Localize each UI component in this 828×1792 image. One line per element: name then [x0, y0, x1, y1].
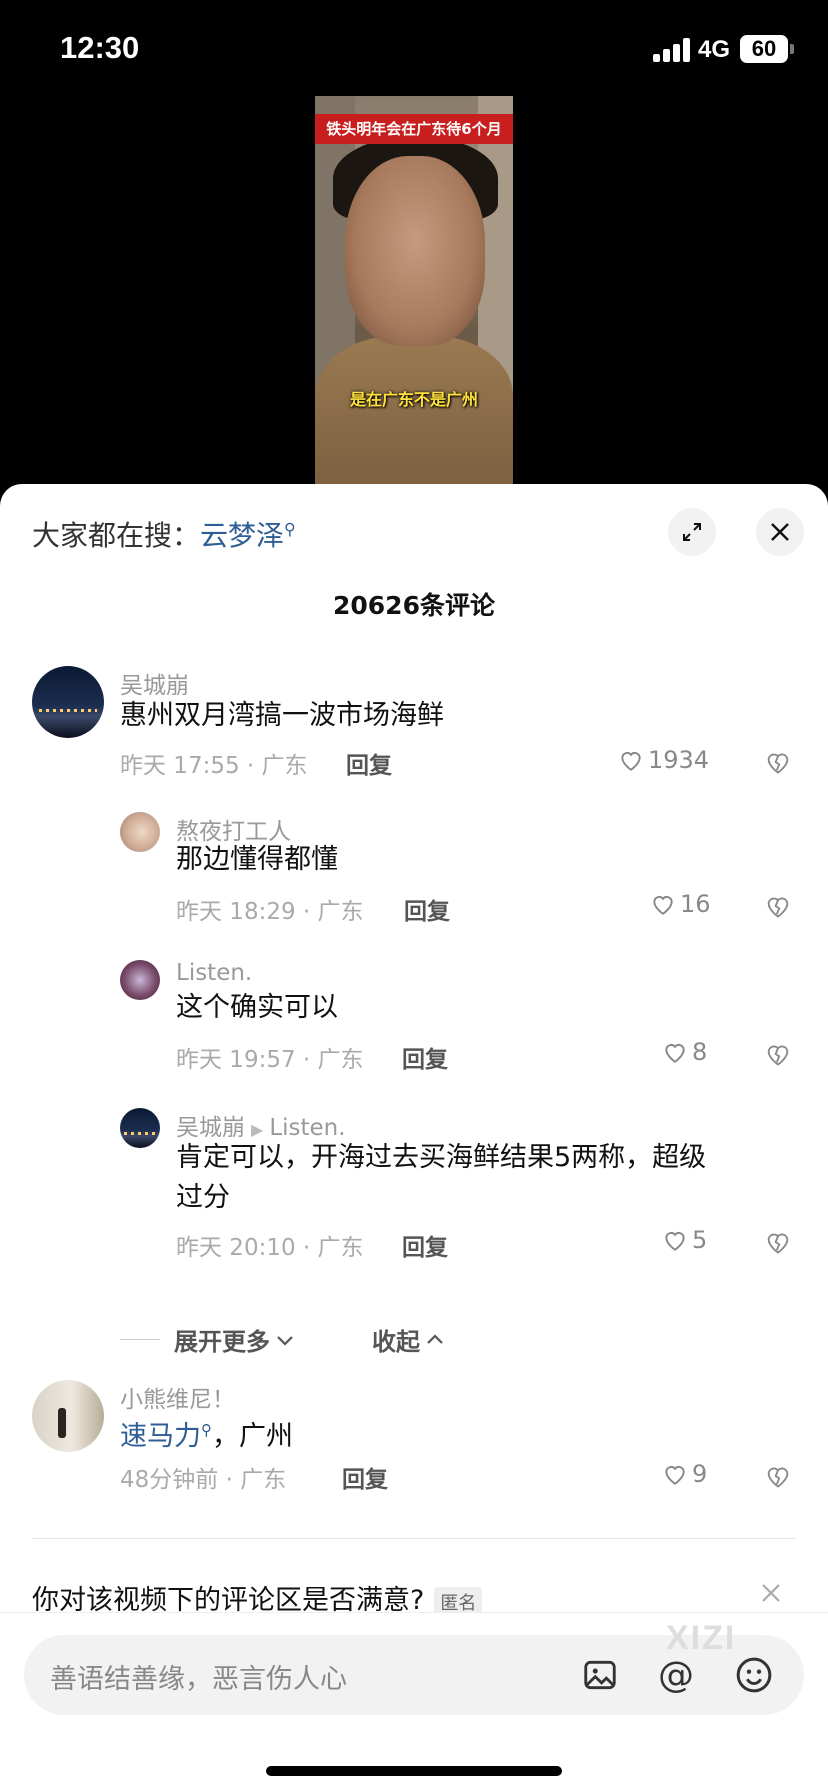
image-button[interactable]: [578, 1653, 622, 1697]
expand-more-button[interactable]: 展开更多: [120, 1322, 296, 1357]
search-icon: ⚲: [201, 1421, 212, 1439]
comment-username[interactable]: 吴城崩: [120, 666, 189, 700]
comment-text: 速马力⚲，广州: [120, 1421, 293, 1452]
home-indicator[interactable]: [266, 1766, 562, 1776]
survey-close-button[interactable]: [760, 1578, 782, 1611]
comment-text-line: 肯定可以，开海过去买海鲜结果5两称，超级: [176, 1142, 707, 1173]
video-frame[interactable]: 铁头明年会在广东待6个月 是在广东不是广州: [315, 96, 513, 486]
at-icon: @: [658, 1654, 694, 1696]
emoji-icon: [736, 1657, 772, 1693]
trending-search-keyword[interactable]: 云梦泽: [200, 519, 284, 552]
expand-more-label: 展开更多: [174, 1328, 270, 1356]
status-time: 12:30: [60, 30, 140, 65]
heart-icon: [665, 1044, 685, 1063]
divider: [32, 1538, 796, 1539]
avatar[interactable]: [120, 812, 160, 852]
like-count: 1934: [648, 746, 710, 774]
comment-meta: 昨天 19:57 · 广东: [176, 1047, 364, 1073]
reply-button[interactable]: 回复: [404, 892, 450, 926]
broken-heart-icon[interactable]: [764, 1228, 792, 1256]
divider-line: [120, 1339, 160, 1340]
broken-heart-icon[interactable]: [764, 1040, 792, 1068]
close-button[interactable]: [756, 508, 804, 556]
comment-username[interactable]: 小熊维尼！: [120, 1380, 235, 1414]
close-icon: [771, 523, 789, 541]
comment-meta: 昨天 20:10 · 广东: [176, 1235, 364, 1261]
collapse-button[interactable]: 收起: [372, 1322, 446, 1357]
reply-button[interactable]: 回复: [342, 1460, 388, 1494]
reply-arrow-icon: ▶: [251, 1120, 264, 1139]
comment-input-placeholder: 善语结善缘，恶言伤人心: [50, 1664, 347, 1695]
like-count: 16: [680, 890, 711, 918]
comment-meta: 48分钟前 · 广东: [120, 1467, 287, 1493]
mention-link[interactable]: 速马力⚲: [120, 1421, 212, 1452]
like-button[interactable]: 8: [662, 1038, 707, 1066]
person-face: [345, 156, 485, 346]
like-button[interactable]: 16: [650, 890, 711, 918]
video-title-banner: 铁头明年会在广东待6个月: [315, 114, 513, 144]
video-subtitle: 是在广东不是广州: [349, 390, 478, 409]
expand-button[interactable]: [668, 508, 716, 556]
trending-search: 大家都在搜：云梦泽⚲: [32, 514, 296, 554]
comment-text-line: 过分: [176, 1182, 230, 1213]
network-type: 4G: [698, 36, 731, 63]
heart-icon: [665, 1466, 685, 1485]
comment-text: 那边懂得都懂: [176, 844, 338, 875]
like-count: 5: [692, 1226, 708, 1254]
like-button[interactable]: 1934: [618, 746, 709, 774]
person-shirt: [315, 336, 513, 486]
comment-text: 肯定可以，开海过去买海鲜结果5两称，超级 过分: [176, 1138, 706, 1218]
watermark-logo: XIZI: [666, 1619, 737, 1657]
avatar[interactable]: [32, 666, 104, 738]
like-count: 9: [692, 1460, 708, 1488]
comment-text: 这个确实可以: [176, 992, 338, 1023]
comment-sheet: 大家都在搜：云梦泽⚲ 20626条评论 吴城崩 惠州双月湾搞一波市场海鲜 昨天 …: [0, 484, 828, 1792]
comment-meta: 昨天 17:55 · 广东: [120, 753, 308, 779]
like-count: 8: [692, 1038, 708, 1066]
chevron-up-icon: [427, 1333, 443, 1344]
heart-icon: [653, 896, 673, 915]
collapse-label: 收起: [372, 1328, 420, 1356]
emoji-button[interactable]: [732, 1653, 776, 1697]
mention-button[interactable]: @: [654, 1653, 698, 1697]
image-icon: [584, 1660, 616, 1690]
comment-meta: 昨天 18:29 · 广东: [176, 899, 364, 925]
reply-button[interactable]: 回复: [402, 1228, 448, 1262]
like-button[interactable]: 5: [662, 1226, 707, 1254]
broken-heart-icon[interactable]: [764, 1462, 792, 1490]
comment-username-row: 吴城崩 ▶ Listen.: [176, 1108, 346, 1142]
search-icon[interactable]: ⚲: [284, 520, 296, 539]
avatar[interactable]: [120, 1108, 160, 1148]
close-icon: [762, 1584, 780, 1602]
expand-icon: [683, 523, 701, 541]
comment-text: 惠州双月湾搞一波市场海鲜: [120, 700, 444, 731]
reply-button[interactable]: 回复: [402, 1040, 448, 1074]
chevron-down-icon: [277, 1335, 293, 1346]
broken-heart-icon[interactable]: [764, 892, 792, 920]
reply-button[interactable]: 回复: [346, 746, 392, 780]
comment-username[interactable]: Listen.: [176, 960, 252, 986]
video-player[interactable]: 铁头明年会在广东待6个月 是在广东不是广州: [0, 96, 828, 486]
avatar[interactable]: [120, 960, 160, 1000]
signal-icon: [653, 38, 691, 62]
comment-count: 20626条评论: [333, 591, 495, 620]
trending-search-label: 大家都在搜：: [32, 519, 201, 552]
heart-icon: [621, 752, 641, 771]
comment-input-bar: 善语结善缘，恶言伤人心 @ XIZI: [0, 1612, 828, 1792]
broken-heart-icon[interactable]: [764, 748, 792, 776]
battery-icon: 60: [740, 35, 788, 63]
avatar[interactable]: [32, 1380, 104, 1452]
status-bar: 12:30 4G 60: [0, 0, 828, 96]
like-button[interactable]: 9: [662, 1460, 707, 1488]
battery-tip: [790, 44, 794, 54]
heart-icon: [665, 1232, 685, 1251]
